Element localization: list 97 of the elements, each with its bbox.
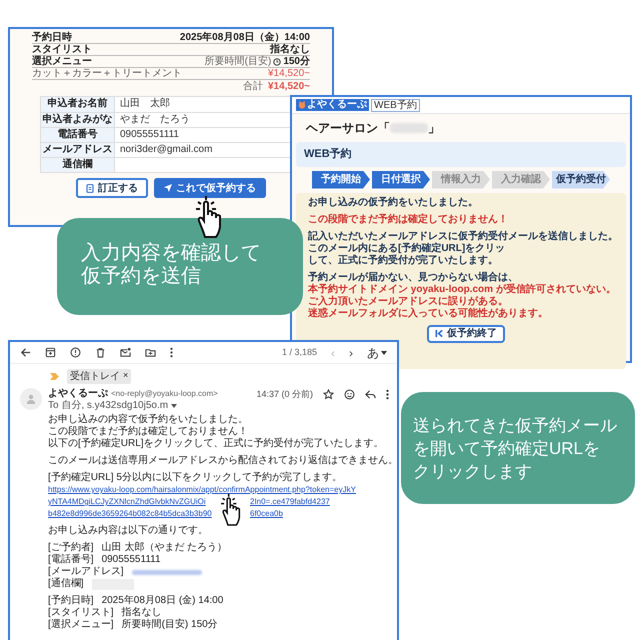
- row-value: 150分: [283, 56, 310, 67]
- field-label: [スタイリスト]: [48, 607, 114, 619]
- menu-item-price: ¥14,520~: [268, 68, 310, 79]
- confirm-link[interactable]: 2In0=.ce479fabfd4237: [250, 496, 330, 508]
- progress-step: 日付選択: [372, 170, 430, 188]
- more-icon[interactable]: [170, 347, 173, 358]
- form-label: メールアドレス: [41, 143, 115, 157]
- logo[interactable]: よやくるーぷ: [296, 99, 369, 111]
- report-icon[interactable]: [70, 347, 81, 358]
- next-button[interactable]: ›: [349, 344, 353, 362]
- row-label: 予約日時: [32, 32, 72, 43]
- title-bracket: 」: [428, 120, 440, 137]
- warning-text: 本予約サイトドメイン yoyaku-loop.com が受信許可されていない。: [308, 284, 617, 296]
- section-header: WEB予約: [296, 142, 626, 166]
- importance-marker-icon: [50, 372, 59, 380]
- clock-icon: [273, 58, 282, 66]
- back-arrow-icon[interactable]: [20, 347, 31, 358]
- body-text: [予約確定URL] 5分以内に以下をクリックして予約が完了します。: [48, 472, 342, 484]
- dropdown-caret-icon: [381, 350, 387, 354]
- recipients: To 自分, s.y432sdg10j5o.m: [48, 400, 168, 412]
- blurred-name: [390, 123, 428, 133]
- menu-item-label: カット＋カラー＋トリートメント: [32, 68, 182, 79]
- progress-step: 入力確認: [492, 170, 550, 188]
- trash-icon[interactable]: [95, 347, 106, 358]
- mail-icon[interactable]: [120, 347, 131, 358]
- row-label: 選択メニュー: [32, 56, 92, 67]
- field-value: 山田 太郎（やまだ たろう）: [102, 542, 228, 554]
- field-label: [選択メニュー]: [48, 619, 114, 631]
- field-label: [ご予約者]: [48, 542, 94, 554]
- folder-icon[interactable]: [145, 347, 156, 358]
- field-label: [予約日時]: [48, 595, 94, 607]
- callout-text: 送られてきた仮予約メール を開いて予約確定URLを クリックします: [413, 415, 618, 483]
- label-text: 受信トレイ: [70, 370, 120, 384]
- form-value: 山田 太郎: [119, 97, 170, 111]
- sender-address: <no-reply@yoyaku-loop.com>: [111, 388, 218, 400]
- blurred-address: [132, 570, 202, 574]
- progress-step: 予約開始: [312, 170, 370, 188]
- warning-text: 迷惑メールフォルダに入っている可能性があります。: [308, 308, 549, 320]
- body-text: 以下の[予約確定URL]をクリックして、正式に予約受付が完了いたします。: [48, 438, 384, 450]
- form-label: 電話番号: [41, 128, 115, 142]
- emoji-icon[interactable]: [344, 389, 355, 400]
- message-text: お申し込みの仮予約をいたしました。: [308, 196, 479, 208]
- send-icon: [164, 184, 172, 192]
- dropdown-caret-icon[interactable]: [171, 404, 178, 408]
- field-label: [メールアドレス]: [48, 566, 124, 578]
- row-value: 2025年08月08日（金）14:00: [180, 32, 310, 43]
- mascot-icon: [298, 101, 306, 109]
- document-icon: [86, 184, 94, 192]
- message-text: して、正式に予約受付が完了いたします。: [308, 254, 499, 266]
- duration-note: 所要時間(目安): [204, 56, 272, 67]
- badge: WEB予約: [371, 98, 420, 112]
- finish-button[interactable]: 仮予約終了: [427, 324, 505, 342]
- form-label: 申込者お名前: [41, 97, 115, 112]
- confirm-link[interactable]: 6f0cea0b: [250, 508, 283, 520]
- form-value: やまだ たろう: [119, 113, 190, 127]
- progress-step: 情報入力: [432, 170, 490, 188]
- field-value: 09055551111: [102, 554, 161, 566]
- star-icon[interactable]: [323, 389, 334, 400]
- input-mode-button[interactable]: あ: [367, 344, 387, 362]
- submit-button[interactable]: これで仮予約する: [154, 178, 266, 198]
- edit-button[interactable]: 訂正する: [76, 178, 148, 198]
- sender-name: よやくるーぷ: [48, 388, 108, 400]
- body-text: お申し込みの内容で仮予約をいたしました。: [48, 414, 248, 426]
- form-value: nori3der@gmail.com: [119, 143, 212, 157]
- warning-text: ご入力頂いたメールアドレスに誤りがある。: [308, 296, 509, 308]
- body-text: このメールは送信専用メールアドレスから配信されており返信はできません。: [48, 455, 398, 467]
- warning-text: この段階でまだ予約は確定しておりません！: [308, 214, 509, 226]
- form-label: 申込者よみがな: [41, 113, 115, 127]
- received-time: 14:37 (0 分前): [256, 388, 313, 400]
- salon-title: ヘアーサロン「: [306, 120, 390, 137]
- archive-icon[interactable]: [45, 347, 56, 358]
- person-icon: [26, 394, 36, 404]
- field-value: 指名なし: [122, 607, 162, 618]
- field-label: [通信欄]: [48, 578, 84, 590]
- confirm-link[interactable]: https://www.yoyaku-loop.com/hairsalonmix/appt/confirmAppointment.php?token=eyJkY: [48, 484, 356, 496]
- total-label: 合計: [243, 80, 263, 92]
- reply-icon[interactable]: [365, 389, 376, 400]
- body-text: この段階でまだ予約は確定しておりません！: [48, 426, 248, 438]
- row-label: スタイリスト: [32, 44, 92, 55]
- form-label: 通信欄: [41, 158, 115, 172]
- back-to-start-icon: [435, 329, 444, 338]
- field-value: 所要時間(目安) 150分: [122, 619, 218, 631]
- confirm-link[interactable]: b482e8d996de3659264b082c84b5dca3b3b90: [48, 508, 216, 520]
- confirm-link[interactable]: yNTA4MDgiLCJyZXNlcnZhdGlvbkNvZGUiOi: [48, 496, 216, 508]
- remove-label-button[interactable]: ×: [123, 369, 128, 383]
- message-counter: 1 / 3,185: [282, 346, 317, 359]
- message-text: 予約メールが届かない、見つからない場合は、: [308, 272, 519, 284]
- field-value: 2025年08月08日 (金) 14:00: [102, 595, 224, 606]
- message-text: 記入いただいたメールアドレスに仮予約受付メールを送信しました。このメール内にある[予約確定URL]をクリッ: [308, 230, 619, 254]
- field-label: [電話番号]: [48, 554, 94, 566]
- callout-text: 入力内容を確認して 仮予約を送信: [81, 242, 262, 288]
- progress-step: 仮予約受付: [552, 170, 610, 188]
- form-value: 09055551111: [119, 128, 179, 142]
- total-price: ¥14,520~: [268, 80, 310, 92]
- row-value: 指名なし: [270, 44, 310, 55]
- more-icon[interactable]: [386, 389, 389, 400]
- body-text: お申し込み内容は以下の通りです。: [48, 525, 208, 537]
